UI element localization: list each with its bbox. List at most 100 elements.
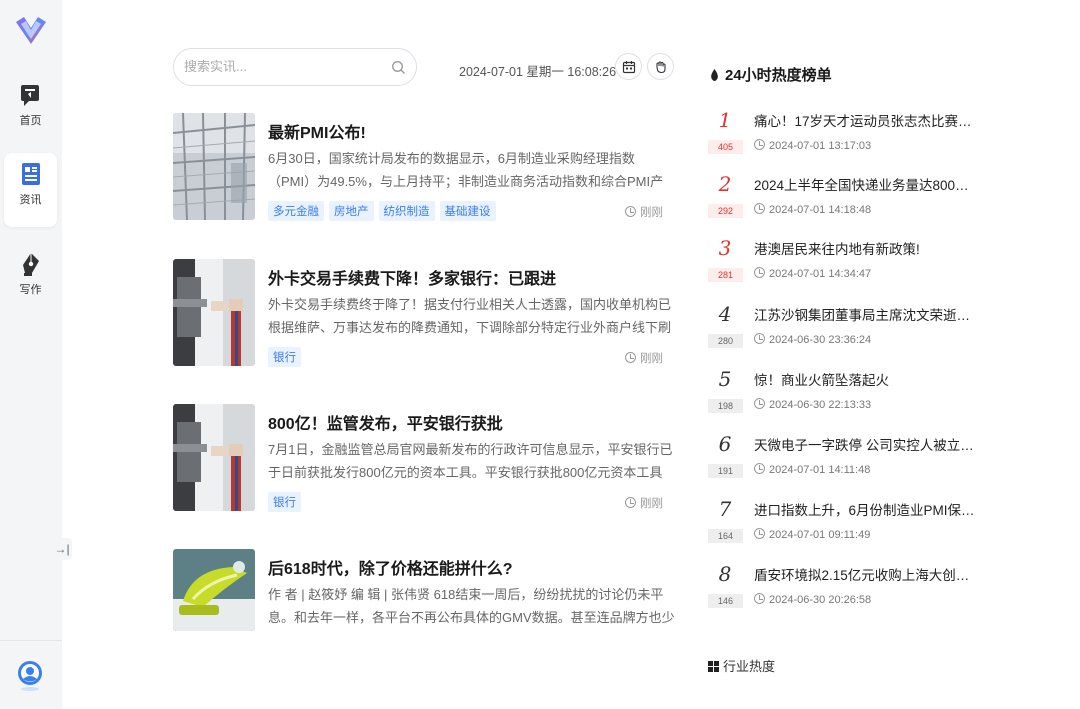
rank-number: 2	[718, 172, 732, 196]
hot-list-item[interactable]: 8 146 盾安环境拟2.15亿元收购上海大创62.9... 2024-06-3…	[706, 562, 976, 620]
hot-item-time: 2024-06-30 22:13:33	[754, 398, 871, 411]
tag[interactable]: 银行	[268, 492, 301, 512]
hand-icon	[656, 61, 666, 74]
hot-item-title[interactable]: 2024上半年全国快递业务量达800亿件	[754, 174, 976, 194]
hot-item-time-text: 2024-06-30 20:26:58	[769, 594, 872, 606]
clock-icon	[754, 593, 765, 604]
sidebar: 首页 资讯 写作	[0, 0, 62, 709]
news-item[interactable]: 后618时代，除了价格还能拼什么? 作 者 | 赵筱妤 编 辑 | 张伟贤 61…	[173, 549, 675, 631]
tag-list: 银行	[268, 347, 306, 367]
hot-list-item[interactable]: 5 198 惊！商业火箭坠落起火 2024-06-30 22:13:33	[706, 367, 976, 425]
news-item[interactable]: 800亿！监管发布，平安银行获批 7月1日，金融监管总局官网最新发布的行政许可信…	[173, 404, 673, 514]
industry-heat-section[interactable]: 行业热度	[708, 656, 775, 675]
publish-time-text: 刚刚	[640, 207, 663, 219]
hot-item-time: 2024-07-01 14:11:48	[754, 463, 870, 476]
user-avatar[interactable]	[16, 658, 44, 692]
news-title[interactable]: 800亿！监管发布，平安银行获批	[268, 410, 503, 434]
publish-time-text: 刚刚	[640, 498, 663, 510]
hot-list-item[interactable]: 1 405 痛心！17岁天才运动员张志杰比赛中突... 2024-07-01 1…	[706, 108, 976, 166]
clock-icon	[754, 463, 765, 474]
hot-item-time: 2024-06-30 23:36:24	[754, 333, 871, 346]
clock-icon	[625, 497, 636, 508]
industry-heat-label: 行业热度	[723, 659, 776, 674]
search-icon[interactable]	[391, 60, 406, 75]
flame-icon	[711, 69, 718, 81]
news-title[interactable]: 最新PMI公布!	[268, 119, 366, 143]
hot-item-time: 2024-07-01 09:11:49	[754, 528, 870, 541]
rank-number: 8	[718, 562, 732, 586]
hot-item-time: 2024-07-01 13:17:03	[754, 139, 871, 152]
hot-item-title[interactable]: 天微电子一字跌停 公司实控人被立案...	[754, 434, 976, 454]
sidebar-item-news[interactable]: 资讯	[4, 153, 57, 227]
heat-count: 146	[708, 594, 743, 608]
calendar-icon	[622, 61, 636, 74]
clock-icon	[754, 528, 765, 539]
hot-item-time-text: 2024-07-01 09:11:49	[769, 529, 871, 541]
tag[interactable]: 房地产	[329, 201, 374, 221]
home-icon	[20, 85, 39, 106]
news-item[interactable]: 最新PMI公布! 6月30日，国家统计局发布的数据显示，6月制造业采购经理指数（…	[173, 113, 673, 223]
sidebar-item-label: 资讯	[19, 194, 42, 206]
collapse-sidebar-button[interactable]: →|	[52, 538, 72, 560]
search-box	[173, 48, 417, 86]
hot-list-item[interactable]: 7 164 进口指数上升，6月份制造业PMI保持4... 2024-07-01 …	[706, 497, 976, 555]
tag-list: 银行	[268, 492, 306, 512]
sidebar-divider	[0, 640, 62, 641]
calendar-button[interactable]	[615, 53, 642, 80]
publish-time: 刚刚	[625, 204, 663, 220]
hot-item-time-text: 2024-06-30 22:13:33	[769, 399, 872, 411]
publish-time-text: 刚刚	[640, 353, 663, 365]
hot-list-item[interactable]: 3 281 港澳居民来往内地有新政策! 2024-07-01 14:34:47	[706, 236, 976, 294]
clock-icon	[754, 267, 765, 278]
news-thumbnail	[173, 113, 255, 220]
clock-icon	[754, 398, 765, 409]
news-title[interactable]: 外卡交易手续费下降！多家银行：已跟进	[268, 265, 556, 289]
hand-button[interactable]	[647, 53, 674, 80]
tag-list: 多元金融 房地产 纺织制造 基础建设	[268, 201, 501, 221]
clock-icon	[754, 139, 765, 150]
hot-item-title[interactable]: 盾安环境拟2.15亿元收购上海大创62.9...	[754, 564, 976, 584]
news-summary: 6月30日，国家统计局发布的数据显示，6月制造业采购经理指数（PMI）为49.5…	[268, 151, 664, 189]
hot-item-time: 2024-06-30 20:26:58	[754, 593, 871, 606]
hot-item-time: 2024-07-01 14:34:47	[754, 267, 871, 280]
heat-count: 281	[708, 268, 743, 282]
hot-item-time-text: 2024-07-01 14:18:48	[769, 204, 872, 216]
hot-list-item[interactable]: 4 280 江苏沙钢集团董事局主席沈文荣逝世，... 2024-06-30 23…	[706, 302, 976, 360]
tag[interactable]: 纺织制造	[378, 201, 435, 221]
hot-item-time-text: 2024-07-01 14:34:47	[769, 268, 872, 280]
news-title[interactable]: 后618时代，除了价格还能拼什么?	[268, 555, 512, 579]
hot-list-item[interactable]: 2 292 2024上半年全国快递业务量达800亿件 2024-07-01 14…	[706, 172, 976, 230]
hot-item-title[interactable]: 港澳居民来往内地有新政策!	[754, 238, 976, 258]
app-logo[interactable]	[14, 14, 48, 46]
clock-icon	[625, 206, 636, 217]
search-input[interactable]	[184, 59, 384, 74]
rank-number: 6	[718, 432, 732, 456]
news-item[interactable]: 外卡交易手续费下降！多家银行：已跟进 外卡交易手续费终于降了！据支付行业相关人士…	[173, 259, 673, 369]
hot-item-time-text: 2024-06-30 23:36:24	[769, 334, 872, 346]
hot-item-title[interactable]: 痛心！17岁天才运动员张志杰比赛中突...	[754, 110, 976, 130]
hot-item-title[interactable]: 进口指数上升，6月份制造业PMI保持4...	[754, 499, 976, 519]
hot-item-time-text: 2024-07-01 13:17:03	[769, 140, 872, 152]
hot-item-title[interactable]: 惊！商业火箭坠落起火	[754, 369, 976, 389]
news-summary: 作 者 | 赵筱妤 编 辑 | 张伟贤 618结束一周后，纷纷扰扰的讨论仍未平息…	[268, 587, 675, 625]
rank-number: 7	[718, 497, 732, 521]
sidebar-item-label: 写作	[19, 284, 42, 296]
tag[interactable]: 多元金融	[268, 201, 324, 221]
clock-icon	[754, 333, 765, 344]
news-thumbnail	[173, 259, 255, 366]
hot-list-header: 24小时热度榜单	[710, 64, 832, 85]
grid-icon	[708, 661, 719, 672]
news-thumbnail	[173, 549, 255, 631]
tag[interactable]: 银行	[268, 347, 301, 367]
clock-icon	[754, 203, 765, 214]
publish-time: 刚刚	[625, 495, 663, 511]
hot-list-item[interactable]: 6 191 天微电子一字跌停 公司实控人被立案... 2024-07-01 14…	[706, 432, 976, 490]
hot-item-time-text: 2024-07-01 14:11:48	[769, 464, 871, 476]
hot-item-title[interactable]: 江苏沙钢集团董事局主席沈文荣逝世，...	[754, 304, 976, 324]
clock-icon	[625, 352, 636, 363]
pen-icon	[22, 253, 39, 276]
sidebar-item-write[interactable]: 写作	[4, 243, 57, 317]
current-datetime: 2024-07-01 星期一 16:08:26	[459, 65, 617, 79]
tag[interactable]: 基础建设	[439, 201, 496, 221]
sidebar-item-home[interactable]: 首页	[4, 74, 57, 148]
